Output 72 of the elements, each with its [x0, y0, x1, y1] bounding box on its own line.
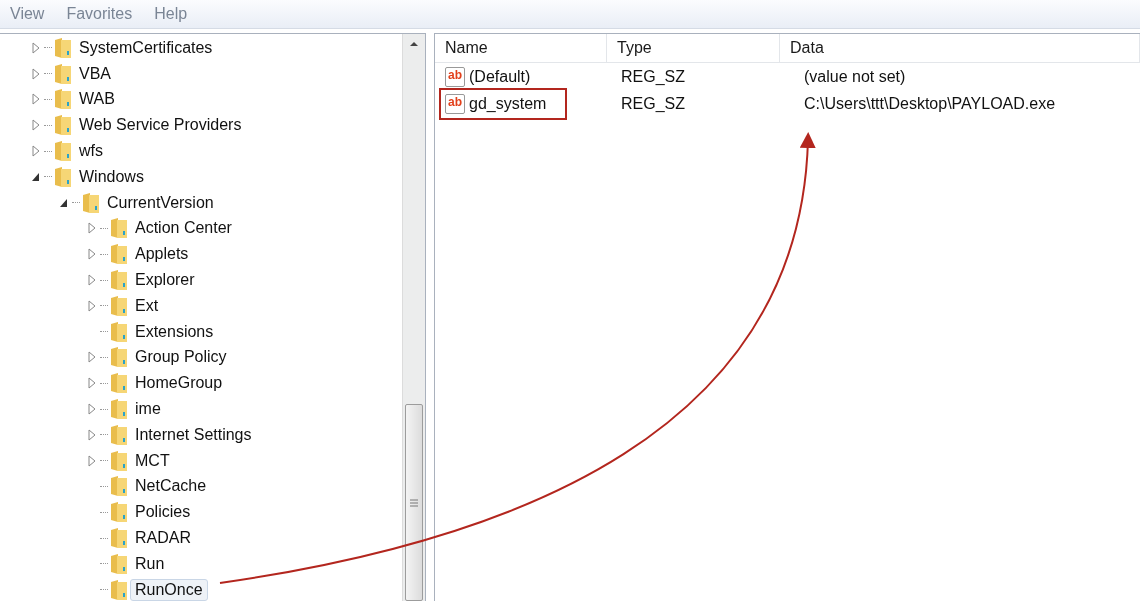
- folder-icon: [110, 320, 128, 343]
- folder-icon: [54, 140, 72, 163]
- expand-arrow-icon[interactable]: [86, 222, 98, 235]
- tree-item[interactable]: Internet Settings: [130, 423, 257, 446]
- folder-icon: [82, 191, 100, 214]
- string-value-icon: ab: [445, 94, 465, 114]
- folder-icon: [110, 217, 128, 240]
- column-header[interactable]: Data: [780, 34, 1140, 62]
- expand-arrow-icon[interactable]: [30, 145, 42, 158]
- table-cell-text: C:\Users\ttt\Desktop\PAYLOAD.exe: [803, 95, 1056, 113]
- folder-icon: [54, 88, 72, 111]
- folder-icon: [110, 527, 128, 550]
- expand-arrow-icon[interactable]: [86, 274, 98, 287]
- tree-item[interactable]: Group Policy: [130, 346, 232, 369]
- highlighted-value-name[interactable]: ab gd_system: [439, 88, 567, 120]
- name-text: (Default): [469, 68, 531, 86]
- column-header[interactable]: Name: [435, 34, 607, 62]
- folder-icon: [110, 423, 128, 446]
- folder-icon: [110, 243, 128, 266]
- expand-arrow-icon[interactable]: [30, 93, 42, 106]
- tree-item[interactable]: RunOnce: [130, 578, 208, 601]
- string-value-icon: ab: [445, 67, 465, 87]
- tree-item[interactable]: Action Center: [130, 217, 237, 240]
- folder-icon: [110, 578, 128, 601]
- tree-item[interactable]: ime: [130, 398, 166, 421]
- folder-icon: [110, 346, 128, 369]
- tree-item[interactable]: MCT: [130, 449, 175, 472]
- folder-icon: [110, 269, 128, 292]
- tree-item[interactable]: NetCache: [130, 475, 212, 498]
- tree-item[interactable]: Ext: [130, 294, 164, 317]
- expand-arrow-icon[interactable]: [86, 377, 98, 390]
- tree-item[interactable]: RADAR: [130, 527, 196, 550]
- expand-arrow-icon[interactable]: [30, 67, 42, 80]
- tree-item[interactable]: WAB: [74, 88, 120, 111]
- table-cell-text: REG_SZ: [620, 68, 686, 86]
- expand-arrow-icon[interactable]: [86, 299, 98, 312]
- tree-item[interactable]: SystemCertificates: [74, 36, 218, 59]
- folder-icon: [54, 62, 72, 85]
- scrollbar-thumb[interactable]: [405, 404, 424, 601]
- menu-item[interactable]: Favorites: [66, 5, 133, 23]
- tree-item[interactable]: Policies: [130, 501, 196, 524]
- table-cell-text: (value not set): [803, 68, 906, 86]
- folder-icon: [110, 294, 128, 317]
- expand-arrow-icon[interactable]: [30, 41, 42, 54]
- expand-arrow-icon[interactable]: [86, 428, 98, 441]
- tree-item[interactable]: Web Service Providers: [74, 114, 247, 137]
- expand-arrow-icon[interactable]: [86, 403, 98, 416]
- folder-icon: [110, 372, 128, 395]
- tree-item[interactable]: VBA: [74, 62, 116, 85]
- folder-icon: [110, 475, 128, 498]
- folder-icon: [110, 449, 128, 472]
- folder-icon: [54, 165, 72, 188]
- folder-icon: [54, 114, 72, 137]
- folder-icon: [110, 398, 128, 421]
- folder-icon: [54, 36, 72, 59]
- table-cell-text: REG_SZ: [620, 95, 686, 113]
- tree-item[interactable]: Run: [130, 552, 170, 575]
- folder-icon: [110, 501, 128, 524]
- tree-item[interactable]: Extensions: [130, 320, 219, 343]
- tree-item[interactable]: Applets: [130, 243, 194, 266]
- tree-item[interactable]: Explorer: [130, 269, 200, 292]
- expand-arrow-icon[interactable]: [86, 248, 98, 261]
- tree-item[interactable]: Windows: [74, 165, 149, 188]
- name-text: gd_system: [469, 95, 547, 113]
- expand-arrow-icon[interactable]: [30, 119, 42, 132]
- tree-item[interactable]: HomeGroup: [130, 372, 228, 395]
- column-header[interactable]: Type: [607, 34, 780, 62]
- expand-arrow-icon[interactable]: [86, 351, 98, 364]
- folder-icon: [110, 552, 128, 575]
- tree-item[interactable]: CurrentVersion: [102, 191, 219, 214]
- tree-item[interactable]: wfs: [74, 140, 108, 163]
- expand-arrow-icon[interactable]: [86, 454, 98, 467]
